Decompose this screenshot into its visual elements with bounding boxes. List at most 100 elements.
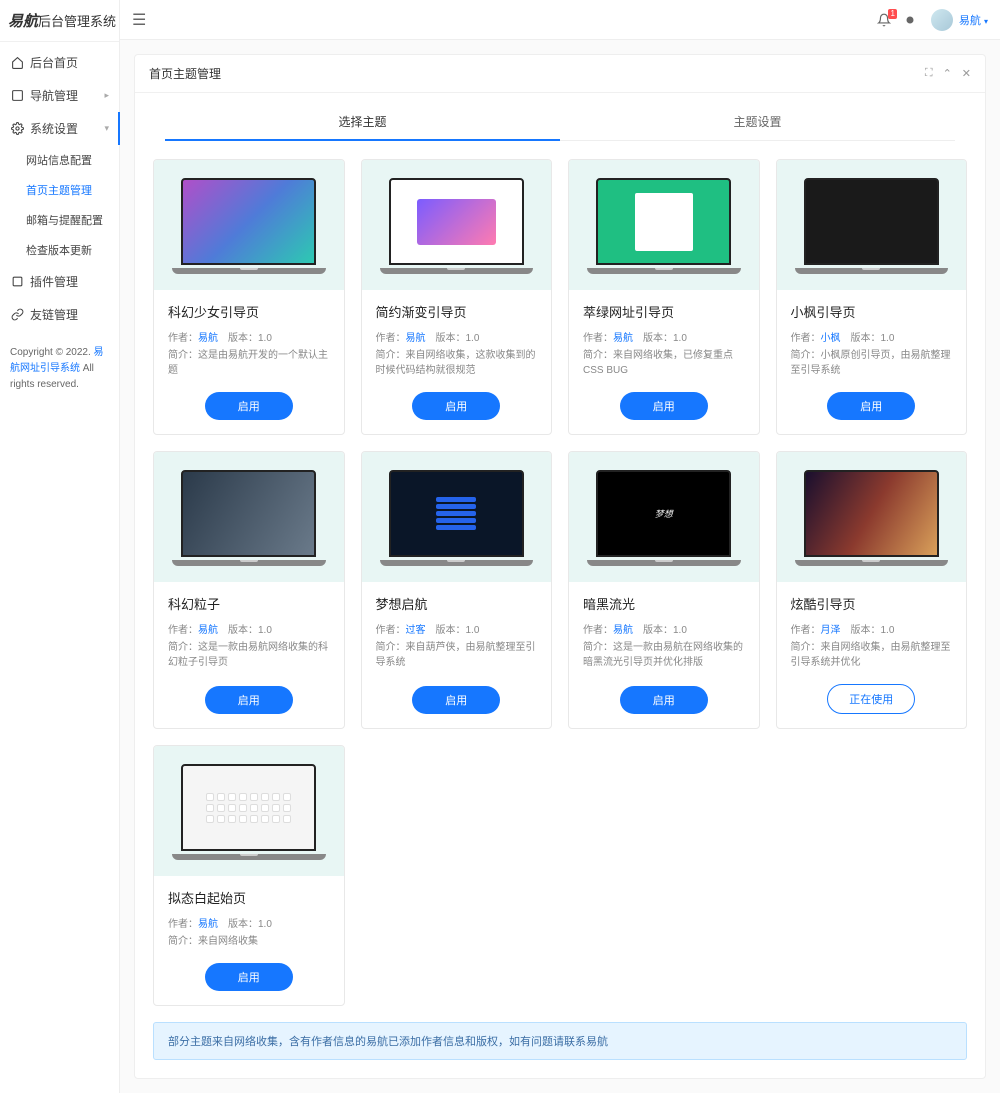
theme-thumbnail: 梦想 (569, 452, 759, 582)
theme-action-button[interactable]: 启用 (412, 686, 500, 714)
theme-title: 科幻少女引导页 (168, 302, 330, 321)
plugin-icon (10, 275, 24, 289)
theme-action-button[interactable]: 启用 (205, 392, 293, 420)
theme-thumbnail (569, 160, 759, 290)
nav-label: 导航管理 (30, 87, 78, 104)
theme-action-button[interactable]: 启用 (620, 392, 708, 420)
theme-card: 梦想暗黑流光作者：易航 版本：1.0 简介：这是一款由易航在网络收集的暗黑流光引导… (568, 451, 760, 729)
theme-desc: 简介：来自网络收集，已修复重点CSS BUG (583, 348, 745, 378)
theme-card: 科幻少女引导页作者：易航 版本：1.0 简介：这是由易航开发的一个默认主题启用 (153, 159, 345, 435)
theme-author-link[interactable]: 过客 (406, 625, 426, 636)
theme-action-button[interactable]: 启用 (205, 963, 293, 991)
theme-title: 科幻粒子 (168, 594, 330, 613)
tab-select-theme[interactable]: 选择主题 (165, 103, 560, 140)
theme-meta: 作者：易航 版本：1.0 (583, 329, 745, 344)
theme-card: 简约渐变引导页作者：易航 版本：1.0 简介：来自网络收集，这款收集到的时候代码结… (361, 159, 553, 435)
theme-author-link[interactable]: 易航 (198, 919, 218, 930)
nav-friendlinks[interactable]: 友链管理 (0, 298, 119, 331)
theme-action-button[interactable]: 启用 (412, 392, 500, 420)
theme-desc: 简介：这是由易航开发的一个默认主题 (168, 348, 330, 378)
tab-theme-settings[interactable]: 主题设置 (560, 103, 955, 140)
chevron-right-icon: ▸ (104, 90, 109, 101)
username-dropdown[interactable]: 易航 ▾ (959, 12, 988, 28)
link-icon (10, 308, 24, 322)
nav-label: 后台首页 (30, 54, 78, 71)
theme-desc: 简介：小枫原创引导页，由易航整理至引导系统 (791, 348, 953, 378)
theme-card: 拟态白起始页作者：易航 版本：1.0 简介：来自网络收集启用 (153, 745, 345, 1006)
gear-icon (10, 122, 24, 136)
theme-card: 萃绿网址引导页作者：易航 版本：1.0 简介：来自网络收集，已修复重点CSS BU… (568, 159, 760, 435)
theme-title: 梦想启航 (376, 594, 538, 613)
theme-thumbnail (154, 160, 344, 290)
theme-author-link[interactable]: 易航 (613, 333, 633, 344)
menu-toggle[interactable]: ☰ (132, 10, 146, 30)
theme-author-link[interactable]: 易航 (198, 333, 218, 344)
theme-meta: 作者：易航 版本：1.0 (583, 621, 745, 636)
theme-title: 暗黑流光 (583, 594, 745, 613)
theme-action-button[interactable]: 启用 (827, 392, 915, 420)
nav-sub-siteinfo[interactable]: 网站信息配置 (26, 145, 119, 175)
collapse-icon[interactable]: ⌃ (943, 67, 952, 80)
theme-title: 简约渐变引导页 (376, 302, 538, 321)
home-icon (10, 56, 24, 70)
copyright: Copyright © 2022. 易航网址引导系统 All rights re… (0, 335, 119, 403)
theme-meta: 作者：易航 版本：1.0 (168, 329, 330, 344)
theme-title: 拟态白起始页 (168, 888, 330, 907)
theme-author-link[interactable]: 月泽 (821, 625, 841, 636)
theme-desc: 简介：这是一款由易航在网络收集的暗黑流光引导页并优化排版 (583, 640, 745, 670)
notification-icon[interactable]: 1 (877, 13, 891, 27)
theme-author-link[interactable]: 易航 (198, 625, 218, 636)
theme-meta: 作者：易航 版本：1.0 (168, 915, 330, 930)
nav-settings[interactable]: 系统设置 ▾ (0, 112, 119, 145)
theme-action-button[interactable]: 正在使用 (827, 684, 915, 714)
nav-label: 友链管理 (30, 306, 78, 323)
theme-desc: 简介：来自葫芦侠，由易航整理至引导系统 (376, 640, 538, 670)
theme-title: 炫酷引导页 (791, 594, 953, 613)
theme-meta: 作者：小枫 版本：1.0 (791, 329, 953, 344)
theme-title: 小枫引导页 (791, 302, 953, 321)
theme-desc: 简介：来自网络收集 (168, 934, 330, 949)
theme-card: 梦想启航作者：过客 版本：1.0 简介：来自葫芦侠，由易航整理至引导系统启用 (361, 451, 553, 729)
logo: 易航后台管理系统 (0, 0, 119, 42)
close-icon[interactable]: ✕ (962, 67, 971, 80)
theme-card: 科幻粒子作者：易航 版本：1.0 简介：这是一款由易航网络收集的科幻粒子引导页启用 (153, 451, 345, 729)
theme-author-link[interactable]: 小枫 (821, 333, 841, 344)
nav-plugins[interactable]: 插件管理 (0, 265, 119, 298)
theme-card: 炫酷引导页作者：月泽 版本：1.0 简介：来自网络收集，由易航整理至引导系统并优化… (776, 451, 968, 729)
theme-desc: 简介：这是一款由易航网络收集的科幻粒子引导页 (168, 640, 330, 670)
panel-title: 首页主题管理 (149, 65, 221, 82)
fullscreen-icon[interactable]: ⛶ (925, 67, 933, 80)
notification-badge: 1 (888, 9, 896, 19)
nav-navigation[interactable]: 导航管理 ▸ (0, 79, 119, 112)
chevron-down-icon: ▾ (984, 17, 988, 26)
theme-meta: 作者：月泽 版本：1.0 (791, 621, 953, 636)
theme-meta: 作者：易航 版本：1.0 (168, 621, 330, 636)
theme-desc: 简介：来自网络收集，由易航整理至引导系统并优化 (791, 640, 953, 670)
theme-thumbnail (154, 452, 344, 582)
avatar[interactable] (931, 9, 953, 31)
theme-title: 萃绿网址引导页 (583, 302, 745, 321)
info-alert: 部分主题来自网络收集，含有作者信息的易航已添加作者信息和版权，如有问题请联系易航 (153, 1022, 967, 1060)
theme-icon[interactable] (903, 13, 917, 27)
theme-card: 小枫引导页作者：小枫 版本：1.0 简介：小枫原创引导页，由易航整理至引导系统启用 (776, 159, 968, 435)
theme-action-button[interactable]: 启用 (205, 686, 293, 714)
nav-label: 系统设置 (30, 120, 78, 137)
theme-thumbnail (362, 452, 552, 582)
nav-label: 插件管理 (30, 273, 78, 290)
nav-home[interactable]: 后台首页 (0, 46, 119, 79)
theme-thumbnail (777, 452, 967, 582)
compass-icon (10, 89, 24, 103)
nav-sub-mail[interactable]: 邮箱与提醒配置 (26, 205, 119, 235)
theme-desc: 简介：来自网络收集，这款收集到的时候代码结构就很规范 (376, 348, 538, 378)
theme-action-button[interactable]: 启用 (620, 686, 708, 714)
chevron-down-icon: ▾ (104, 123, 109, 134)
theme-thumbnail (362, 160, 552, 290)
theme-author-link[interactable]: 易航 (406, 333, 426, 344)
theme-thumbnail (777, 160, 967, 290)
theme-thumbnail (154, 746, 344, 876)
theme-author-link[interactable]: 易航 (613, 625, 633, 636)
theme-meta: 作者：易航 版本：1.0 (376, 329, 538, 344)
nav-sub-theme[interactable]: 首页主题管理 (26, 175, 119, 205)
theme-meta: 作者：过客 版本：1.0 (376, 621, 538, 636)
nav-sub-update[interactable]: 检查版本更新 (26, 235, 119, 265)
